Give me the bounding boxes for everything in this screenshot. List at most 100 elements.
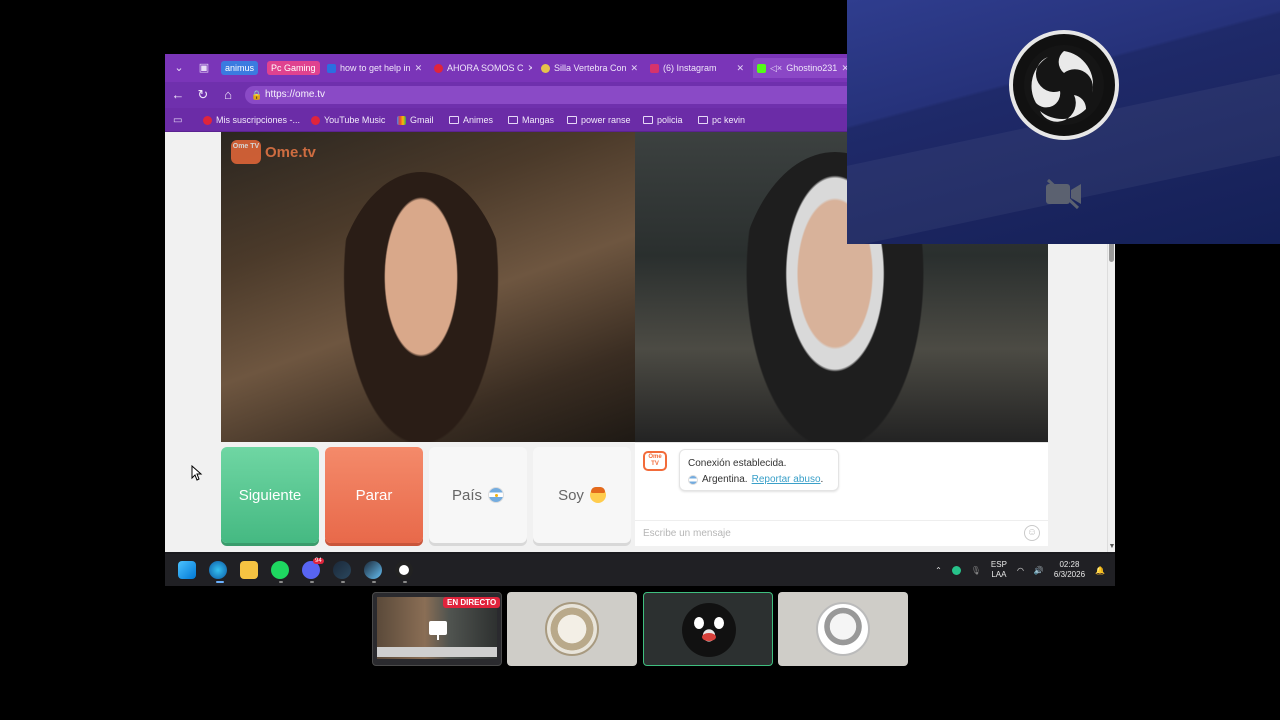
- participant-tile-3[interactable]: [643, 592, 773, 666]
- instagram-icon: [650, 63, 659, 73]
- microphone-icon[interactable]: 🎙: [971, 566, 981, 575]
- chat-ometv-logo: Ome TV: [643, 451, 667, 471]
- stop-button[interactable]: Parar: [325, 447, 423, 543]
- ometv-logo: Ome TV Ome.tv: [231, 140, 316, 164]
- gmail-icon: [397, 115, 406, 125]
- avatar: [545, 602, 599, 656]
- folder-icon: [643, 116, 653, 124]
- bookmark-label: Gmail: [410, 115, 434, 125]
- participant-tile-2[interactable]: [507, 592, 637, 666]
- folder-icon: [698, 116, 708, 124]
- gender-button[interactable]: Soy: [533, 447, 631, 543]
- bookmark-folder-pc-kevin[interactable]: pc kevin: [698, 113, 745, 127]
- reload-icon[interactable]: ↻: [195, 87, 211, 103]
- bookmark-label: Animes: [463, 115, 494, 125]
- workspaces-icon[interactable]: ▣: [195, 60, 213, 76]
- bookmark-folder-policia[interactable]: policia: [643, 113, 683, 127]
- edge-icon[interactable]: [209, 561, 227, 579]
- tab-group-animus[interactable]: animus: [221, 61, 259, 75]
- spotify-icon[interactable]: [271, 561, 289, 579]
- clock-time: 02:28: [1059, 560, 1080, 569]
- stranger-video: Ome TV Ome.tv: [221, 132, 635, 442]
- avatar: [816, 602, 870, 656]
- tab-group-pc-gaming[interactable]: Pc Gaming: [267, 61, 320, 75]
- screen-share-icon: [429, 621, 447, 640]
- steam-alt-running-indicator: [372, 581, 376, 583]
- message-input[interactable]: Escribe un mensaje: [635, 520, 1048, 546]
- tray-overflow-chevron-icon[interactable]: ⌃: [935, 566, 942, 575]
- folder-icon: [449, 116, 459, 124]
- argentina-flag-icon: [688, 475, 698, 485]
- bookmark-youtube-music[interactable]: YouTube Music: [311, 113, 385, 127]
- screen-share-thumbnail-bar: [377, 647, 497, 657]
- tab-close-icon[interactable]: ✕: [736, 63, 744, 74]
- speaker-muted-icon[interactable]: ◁×: [770, 63, 782, 74]
- tab-how-to-get-help[interactable]: how to get help in ✕: [323, 58, 423, 78]
- ometv-logo-badge: Ome TV: [231, 140, 261, 164]
- country-button-label: País: [451, 486, 482, 504]
- obs-camera-tile: [847, 0, 1280, 244]
- bookmark-label: power ranse: [581, 115, 631, 125]
- emoji-icon[interactable]: ☺: [1024, 525, 1040, 541]
- tab-ghostino231[interactable]: ◁× Ghostino231 ✕: [753, 58, 853, 78]
- country-button[interactable]: País: [429, 447, 527, 543]
- tab-ahora-somos[interactable]: AHORA SOMOS C ✕: [430, 58, 532, 78]
- report-abuse-link[interactable]: Reportar abuso: [752, 474, 821, 485]
- bookmark-folder-power-ranse[interactable]: power ranse: [567, 113, 631, 127]
- bookmark-folder-mangas[interactable]: Mangas: [508, 113, 554, 127]
- avatar: [682, 603, 736, 657]
- tab-label: AHORA SOMOS C: [447, 63, 524, 73]
- tab-favicon-icon: [541, 63, 550, 73]
- tab-label: Silla Vertebra Con: [554, 63, 627, 73]
- live-badge: EN DIRECTO: [443, 597, 501, 608]
- discord-badge: 94: [313, 558, 324, 564]
- notifications-icon[interactable]: 🔔: [1095, 566, 1105, 575]
- windows-start-icon[interactable]: [178, 561, 196, 579]
- tab-actions-chevron-icon[interactable]: ⌄: [170, 60, 188, 76]
- reading-list-icon[interactable]: ▭: [173, 113, 182, 127]
- tab-close-icon[interactable]: ✕: [528, 63, 532, 74]
- bookmark-label: policia: [657, 115, 683, 125]
- camera-off-icon: [1044, 178, 1084, 210]
- volume-icon[interactable]: 🔊: [1034, 566, 1044, 575]
- scroll-down-icon[interactable]: ▼: [1108, 543, 1115, 550]
- bookmark-folder-animes[interactable]: Animes: [449, 113, 493, 127]
- youtube-icon: [203, 115, 212, 125]
- next-button[interactable]: Siguiente: [221, 447, 319, 543]
- language-indicator[interactable]: ESP LAA: [991, 560, 1007, 580]
- tab-favicon-icon: [434, 63, 443, 73]
- obs-running-indicator: [403, 581, 407, 583]
- windows-taskbar: 94 ⌃ 🎙 ESP LAA ◠ 🔊 02:28 6/3/2026 🔔: [165, 554, 1115, 586]
- tab-label: Ghostino231: [786, 63, 838, 73]
- bookmark-label: pc kevin: [712, 115, 746, 125]
- language-line1: ESP: [990, 560, 1007, 569]
- steam-icon[interactable]: [333, 561, 351, 579]
- scrollbar-thumb[interactable]: [1109, 242, 1114, 262]
- boy-emoji-icon: [589, 487, 606, 503]
- folder-icon: [567, 116, 577, 124]
- tab-silla-vertebra[interactable]: Silla Vertebra Con ✕: [537, 58, 641, 78]
- screen-share-tile[interactable]: EN DIRECTO: [372, 592, 502, 666]
- gender-button-label: Soy: [558, 486, 584, 504]
- wifi-icon[interactable]: ◠: [1017, 566, 1024, 575]
- home-icon[interactable]: ⌂: [220, 87, 236, 103]
- bookmark-mis-suscripciones[interactable]: Mis suscripciones -...: [203, 113, 300, 127]
- stranger-country: Argentina.: [702, 474, 748, 485]
- tab-close-icon[interactable]: ✕: [415, 63, 423, 74]
- kick-icon: [757, 63, 766, 73]
- tab-close-icon[interactable]: ✕: [631, 63, 639, 74]
- status-dot-icon[interactable]: [951, 565, 961, 575]
- file-explorer-icon[interactable]: [240, 561, 258, 579]
- tab-label: how to get help in: [340, 63, 411, 73]
- tab-instagram[interactable]: (6) Instagram ✕: [646, 58, 748, 78]
- steam-running-indicator: [341, 581, 345, 583]
- stranger-person: [331, 172, 511, 442]
- ometv-logo-text: Ome.tv: [265, 143, 316, 161]
- clock[interactable]: 02:28 6/3/2026: [1054, 560, 1085, 580]
- obs-icon[interactable]: [395, 561, 413, 579]
- bookmark-gmail[interactable]: Gmail: [397, 113, 434, 127]
- tab-favicon-icon: [327, 63, 336, 73]
- steam-alt-icon[interactable]: [364, 561, 382, 579]
- back-icon[interactable]: ←: [170, 87, 186, 103]
- participant-tile-4[interactable]: [778, 592, 908, 666]
